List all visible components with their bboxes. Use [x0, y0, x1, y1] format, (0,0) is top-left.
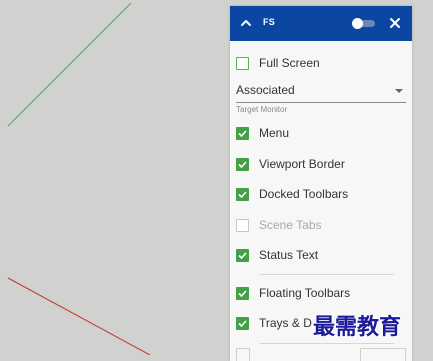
section-divider: [260, 343, 394, 344]
checkmark-icon: [238, 160, 247, 168]
target-monitor-caption: Target Monitor: [236, 105, 288, 114]
docked-toolbars-label: Docked Toolbars: [259, 187, 349, 201]
viewport-border-label: Viewport Border: [259, 157, 345, 171]
red-axis-line: [7, 277, 151, 355]
panel-title: FS: [263, 17, 275, 27]
status-text-label: Status Text: [259, 248, 319, 262]
viewport-border-checkbox[interactable]: [236, 157, 249, 171]
fullscreen-settings-panel: FS Full Screen Associated Target Monitor…: [230, 6, 412, 361]
scene-tabs-checkbox: [236, 218, 249, 232]
checkmark-icon: [238, 129, 247, 137]
trays-dialogs-option[interactable]: Trays & D: [236, 314, 312, 332]
menu-label: Menu: [259, 126, 290, 140]
checkmark-icon: [238, 251, 247, 259]
scene-tabs-option: Scene Tabs: [236, 216, 322, 234]
target-monitor-select[interactable]: Associated: [236, 80, 406, 103]
docked-toolbars-option[interactable]: Docked Toolbars: [236, 185, 348, 203]
menu-option[interactable]: Menu: [236, 124, 289, 142]
viewport-border-option[interactable]: Viewport Border: [236, 155, 345, 173]
checkmark-icon: [238, 289, 247, 297]
checkmark-icon: [238, 190, 247, 198]
status-text-option[interactable]: Status Text: [236, 246, 318, 264]
floating-toolbars-label: Floating Toolbars: [259, 286, 351, 300]
checkmark-icon: [238, 319, 247, 327]
docked-toolbars-checkbox[interactable]: [236, 187, 249, 201]
dropdown-arrow-icon: [395, 89, 403, 93]
full-screen-label: Full Screen: [259, 56, 320, 70]
scene-tabs-label: Scene Tabs: [259, 218, 322, 232]
green-axis-line: [7, 2, 132, 127]
target-monitor-value: Associated: [236, 83, 295, 97]
floating-toolbars-checkbox[interactable]: [236, 286, 249, 300]
panel-toggle-switch[interactable]: [352, 18, 376, 29]
menu-checkbox[interactable]: [236, 126, 249, 140]
full-screen-checkbox[interactable]: [236, 56, 249, 70]
close-icon[interactable]: [388, 16, 402, 30]
chevron-up-icon[interactable]: [239, 16, 253, 30]
section-divider: [260, 274, 394, 275]
full-screen-option[interactable]: Full Screen: [236, 54, 320, 72]
trays-dialogs-checkbox[interactable]: [236, 316, 249, 330]
floating-toolbars-option[interactable]: Floating Toolbars: [236, 284, 350, 302]
panel-header: FS: [230, 6, 412, 41]
trays-dialogs-label: Trays & D: [259, 316, 312, 330]
status-text-checkbox[interactable]: [236, 248, 249, 262]
toggle-knob: [352, 18, 363, 29]
